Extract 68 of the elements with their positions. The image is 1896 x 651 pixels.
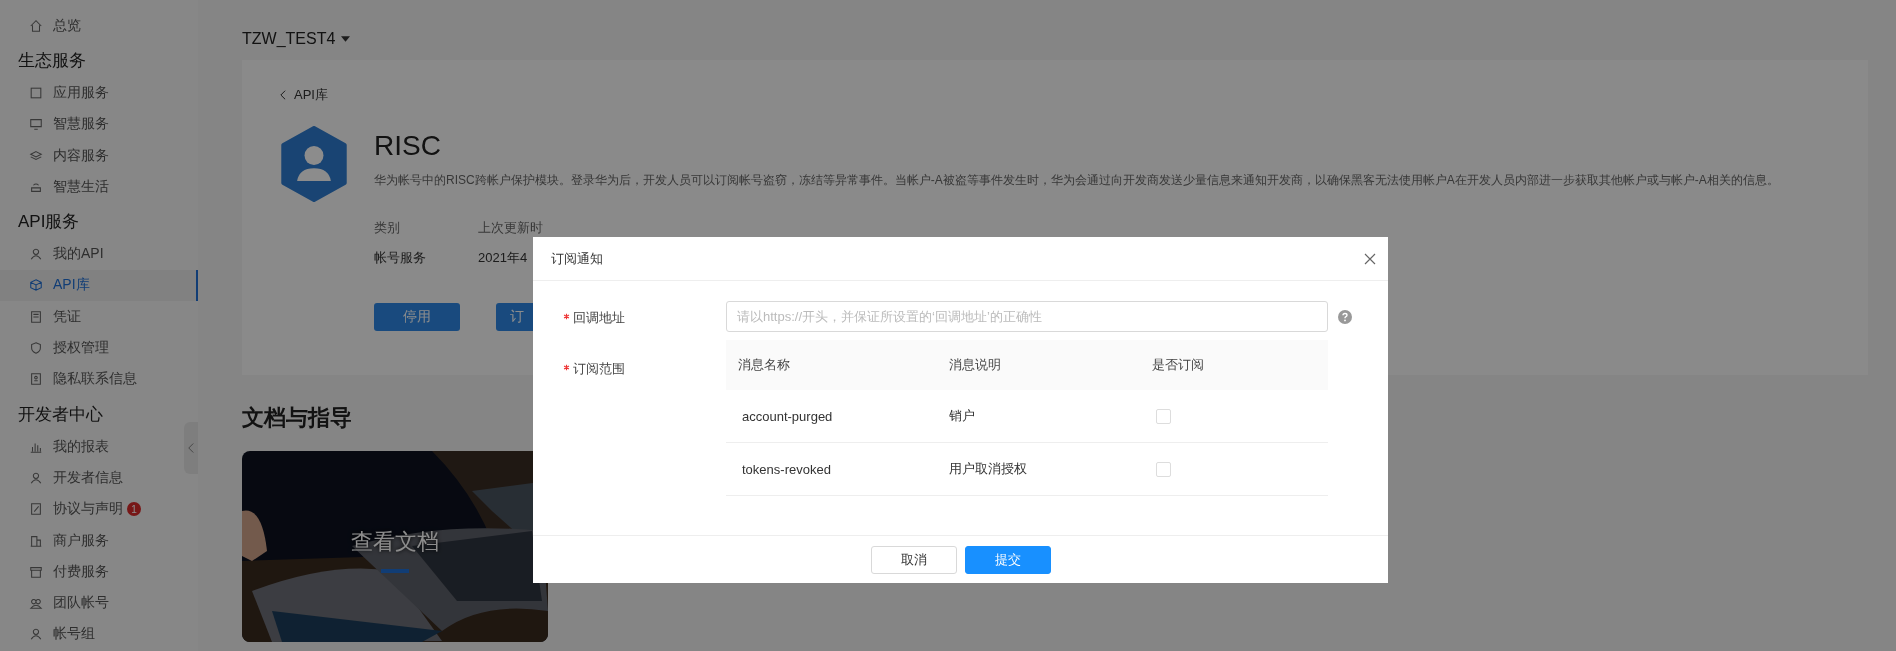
- doc-icon: [29, 309, 43, 324]
- layers-icon: [29, 148, 43, 163]
- user-icon: [29, 627, 43, 642]
- sidebar-item[interactable]: 应用服务: [0, 77, 198, 109]
- column-header: 是否订阅: [1140, 340, 1328, 390]
- chevron-left-icon: [280, 90, 286, 100]
- sidebar-heading: API服务: [17, 211, 81, 234]
- users-icon: [29, 596, 43, 611]
- subscribe-checkbox[interactable]: [1156, 461, 1171, 477]
- collapse-handle[interactable]: [184, 422, 198, 474]
- sidebar-item[interactable]: 协议与声明 1: [0, 493, 198, 525]
- sidebar-item[interactable]: 凭证: [0, 301, 198, 333]
- meta-value: 帐号服务: [374, 249, 427, 267]
- close-icon[interactable]: [1364, 252, 1376, 265]
- user-icon: [29, 247, 43, 262]
- sidebar-item[interactable]: API库: [0, 269, 198, 302]
- box-icon: [29, 564, 43, 579]
- meta-value: 2021年4: [478, 249, 529, 267]
- home-icon: [29, 18, 43, 33]
- square-icon: [29, 85, 43, 100]
- back-link[interactable]: API库: [280, 86, 328, 104]
- table-cell: 销户: [937, 390, 1140, 443]
- sidebar-item[interactable]: 智慧生活: [0, 171, 198, 203]
- field-label: 回调地址: [573, 309, 625, 327]
- subscribe-checkbox[interactable]: [1156, 408, 1171, 424]
- table-cell: tokens-revoked: [726, 442, 937, 496]
- callback-url-field[interactable]: 请以https://开头，并保证所设置的‘回调地址’的正确性: [726, 301, 1328, 332]
- chevron-left-icon: [188, 442, 194, 454]
- shield-icon: [29, 341, 43, 355]
- sidebar-item[interactable]: 内容服务: [0, 139, 198, 172]
- api-description: 华为帐号中的RISC跨帐户保护模块。登录华为后，开发人员可以订阅帐号盗窃，冻结等异常事件。当帐户-A被盗等事件发生时，华为会通过向开发商发送少量信息来通知开发商，以确保黑客无法使用帐户A在开发人员内部进一步获取其他帐户或与帐户-A相关的信息。: [374, 172, 1779, 189]
- caret-icon[interactable]: [341, 36, 351, 42]
- column-header: 消息名称: [726, 340, 937, 390]
- sidebar-heading: 开发者中心: [17, 403, 104, 426]
- sidebar-item[interactable]: 隐私联系信息: [0, 363, 198, 395]
- column-header: 消息说明: [937, 340, 1140, 390]
- card-icon: [29, 372, 43, 387]
- action-button[interactable]: 停用: [374, 303, 460, 331]
- field-label: 订阅范围: [573, 360, 625, 378]
- submit-button[interactable]: 提交: [964, 545, 1051, 574]
- user-icon: [29, 470, 43, 485]
- sidebar-item[interactable]: 智慧服务: [0, 108, 198, 140]
- building-icon: [29, 533, 43, 548]
- sidebar-heading: 生态服务: [17, 50, 87, 73]
- cube-icon: [29, 278, 43, 293]
- sidebar-item[interactable]: 我的API: [0, 238, 198, 270]
- sidebar-item[interactable]: 帐号组: [0, 618, 198, 651]
- notification-badge: 1: [127, 502, 141, 517]
- user-hexagon-icon: [280, 126, 348, 202]
- account-selector[interactable]: TZW_TEST4: [242, 30, 336, 48]
- dialog-title: 订阅通知: [551, 249, 603, 268]
- meta-label: 上次更新时: [478, 219, 543, 237]
- underline-accent: [381, 569, 409, 573]
- view-docs-link[interactable]: 查看文档: [351, 527, 439, 557]
- monitor-icon: [29, 117, 43, 132]
- table-cell: account-purged: [726, 390, 937, 443]
- api-title: RISC: [374, 130, 442, 162]
- cancel-button[interactable]: 取消: [870, 545, 957, 574]
- sidebar-item[interactable]: 总览: [0, 10, 198, 42]
- sidebar-item[interactable]: 付费服务: [0, 556, 198, 588]
- sidebar-item[interactable]: 团队帐号: [0, 587, 198, 619]
- sidebar-item[interactable]: 授权管理: [0, 332, 198, 364]
- help-icon[interactable]: [1338, 309, 1352, 324]
- meta-label: 类别: [374, 219, 401, 237]
- table-cell: 用户取消授权: [937, 442, 1140, 496]
- edit-icon: [29, 502, 43, 517]
- section-title: 文档与指导: [242, 404, 352, 432]
- sidebar-item[interactable]: 商户服务: [0, 524, 198, 557]
